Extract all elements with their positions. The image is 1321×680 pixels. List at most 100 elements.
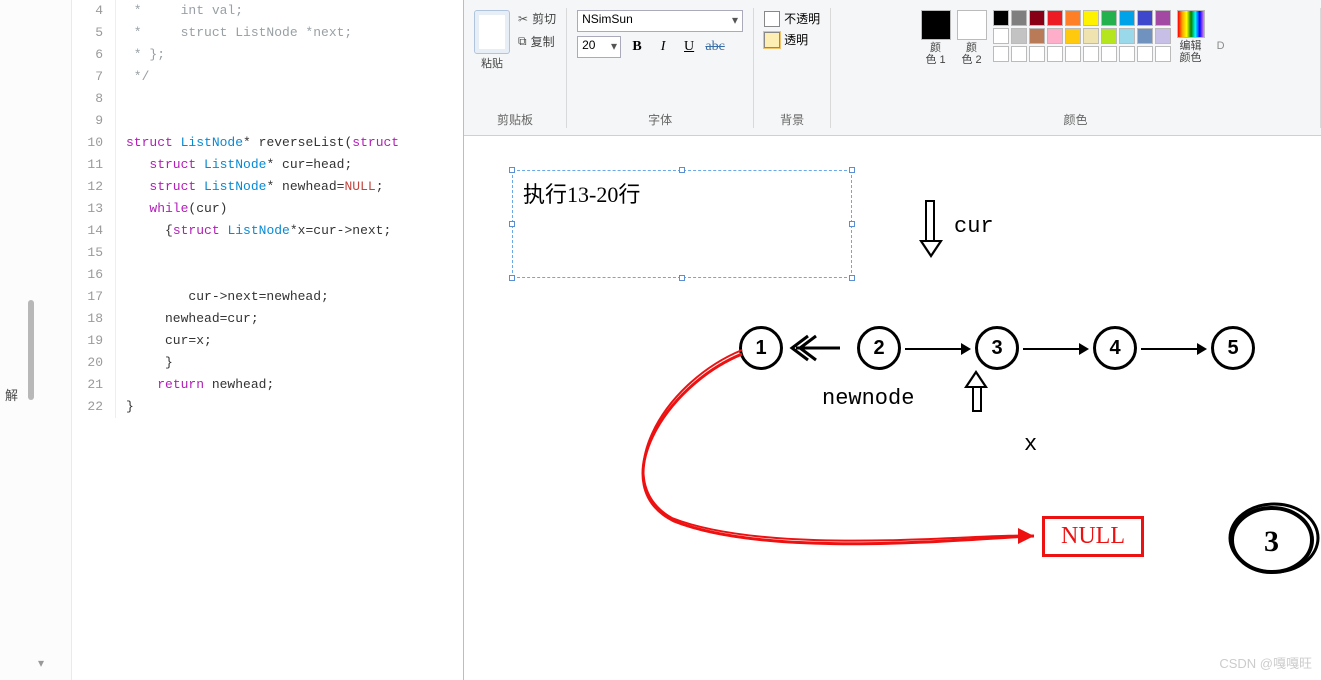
code-line[interactable]: 6 * };: [72, 44, 463, 66]
palette-color[interactable]: [1065, 46, 1081, 62]
resize-handle[interactable]: [509, 221, 515, 227]
tools-edge-button[interactable]: D: [1211, 10, 1231, 52]
palette-color[interactable]: [1011, 10, 1027, 26]
palette-color[interactable]: [1083, 10, 1099, 26]
list-node: 3: [975, 326, 1019, 370]
palette-color[interactable]: [1137, 46, 1153, 62]
sidebar-collapse-icon[interactable]: ▾: [38, 656, 44, 670]
code-line[interactable]: 22}: [72, 396, 463, 418]
palette-color[interactable]: [993, 46, 1009, 62]
palette-color[interactable]: [1137, 28, 1153, 44]
palette-color[interactable]: [1119, 10, 1135, 26]
palette-color[interactable]: [1155, 10, 1171, 26]
code-line[interactable]: 21 return newhead;: [72, 374, 463, 396]
cut-button[interactable]: ✂剪切: [518, 10, 556, 27]
arrow-icon: [1023, 348, 1087, 350]
resize-handle[interactable]: [679, 167, 685, 173]
code-line[interactable]: 17 cur->next=newhead;: [72, 286, 463, 308]
underline-button[interactable]: U: [679, 37, 699, 57]
line-code: return newhead;: [116, 374, 274, 396]
palette-color[interactable]: [993, 10, 1009, 26]
code-line[interactable]: 5 * struct ListNode *next;: [72, 22, 463, 44]
copy-button[interactable]: ⧉复制: [518, 33, 556, 50]
code-line[interactable]: 19 cur=x;: [72, 330, 463, 352]
paint-canvas[interactable]: 执行13-20行 cur 12345 newnode: [464, 136, 1321, 680]
resize-handle[interactable]: [849, 221, 855, 227]
palette-color[interactable]: [1119, 46, 1135, 62]
code-line[interactable]: 14 {struct ListNode*x=cur->next;: [72, 220, 463, 242]
code-line[interactable]: 15: [72, 242, 463, 264]
code-line[interactable]: 10struct ListNode* reverseList(struct: [72, 132, 463, 154]
palette-color[interactable]: [1119, 28, 1135, 44]
transparent-icon: [764, 32, 780, 48]
palette-color[interactable]: [1137, 10, 1153, 26]
line-number: 12: [72, 176, 116, 198]
palette-color[interactable]: [1029, 10, 1045, 26]
palette-color[interactable]: [1029, 46, 1045, 62]
palette-color[interactable]: [1029, 28, 1045, 44]
list-node: 2: [857, 326, 901, 370]
line-code: }: [116, 396, 134, 418]
code-line[interactable]: 13 while(cur): [72, 198, 463, 220]
line-number: 14: [72, 220, 116, 242]
textbox-content: 执行13-20行: [523, 182, 640, 207]
palette-color[interactable]: [993, 28, 1009, 44]
opaque-icon: [764, 11, 780, 27]
palette-color[interactable]: [1047, 28, 1063, 44]
text-input-box[interactable]: 执行13-20行: [512, 170, 852, 278]
code-line[interactable]: 11 struct ListNode* cur=head;: [72, 154, 463, 176]
svg-text:3: 3: [1264, 525, 1279, 558]
palette-color[interactable]: [1083, 46, 1099, 62]
line-number: 11: [72, 154, 116, 176]
code-area[interactable]: 4 * int val;5 * struct ListNode *next;6 …: [72, 0, 463, 680]
palette-color[interactable]: [1101, 10, 1117, 26]
palette-color[interactable]: [1011, 46, 1027, 62]
sidebar-scroll-thumb[interactable]: [28, 300, 34, 400]
code-line[interactable]: 8: [72, 88, 463, 110]
palette-color[interactable]: [1047, 46, 1063, 62]
resize-handle[interactable]: [849, 275, 855, 281]
cur-arrow-icon: [919, 200, 943, 260]
resize-handle[interactable]: [849, 167, 855, 173]
sidebar-fragment-text: 解: [5, 385, 18, 404]
font-size-select[interactable]: 20: [577, 36, 621, 58]
code-line[interactable]: 9: [72, 110, 463, 132]
palette-color[interactable]: [1065, 10, 1081, 26]
paste-button[interactable]: 粘贴: [474, 10, 510, 70]
line-number: 22: [72, 396, 116, 418]
palette-color[interactable]: [1083, 28, 1099, 44]
palette-color[interactable]: [1011, 28, 1027, 44]
color1-button[interactable]: 颜 色 1: [921, 10, 951, 66]
resize-handle[interactable]: [679, 275, 685, 281]
line-number: 17: [72, 286, 116, 308]
line-code: struct ListNode* cur=head;: [116, 154, 352, 176]
edit-colors-button[interactable]: 编辑 颜色: [1177, 10, 1205, 64]
code-line[interactable]: 7 */: [72, 66, 463, 88]
code-line[interactable]: 20 }: [72, 352, 463, 374]
bold-button[interactable]: B: [627, 37, 647, 57]
palette-color[interactable]: [1101, 46, 1117, 62]
line-code: [116, 110, 126, 132]
palette-color[interactable]: [1065, 28, 1081, 44]
reverse-arrow-icon: [782, 328, 842, 368]
resize-handle[interactable]: [509, 167, 515, 173]
palette-color[interactable]: [1047, 10, 1063, 26]
resize-handle[interactable]: [509, 275, 515, 281]
font-name-select[interactable]: NSimSun: [577, 10, 743, 32]
line-code: [116, 242, 126, 264]
code-line[interactable]: 16: [72, 264, 463, 286]
code-line[interactable]: 4 * int val;: [72, 0, 463, 22]
arrow-icon: [905, 348, 969, 350]
code-line[interactable]: 18 newhead=cur;: [72, 308, 463, 330]
code-line[interactable]: 12 struct ListNode* newhead=NULL;: [72, 176, 463, 198]
line-number: 9: [72, 110, 116, 132]
palette-color[interactable]: [1155, 46, 1171, 62]
palette-color[interactable]: [1101, 28, 1117, 44]
ribbon-group-background: 不透明 透明 背景: [754, 8, 831, 128]
color2-button[interactable]: 颜 色 2: [957, 10, 987, 66]
bg-transparent-button[interactable]: 透明: [764, 31, 808, 48]
palette-color[interactable]: [1155, 28, 1171, 44]
italic-button[interactable]: I: [653, 37, 673, 57]
strikethrough-button[interactable]: abc: [705, 37, 725, 57]
bg-opaque-button[interactable]: 不透明: [764, 10, 820, 27]
